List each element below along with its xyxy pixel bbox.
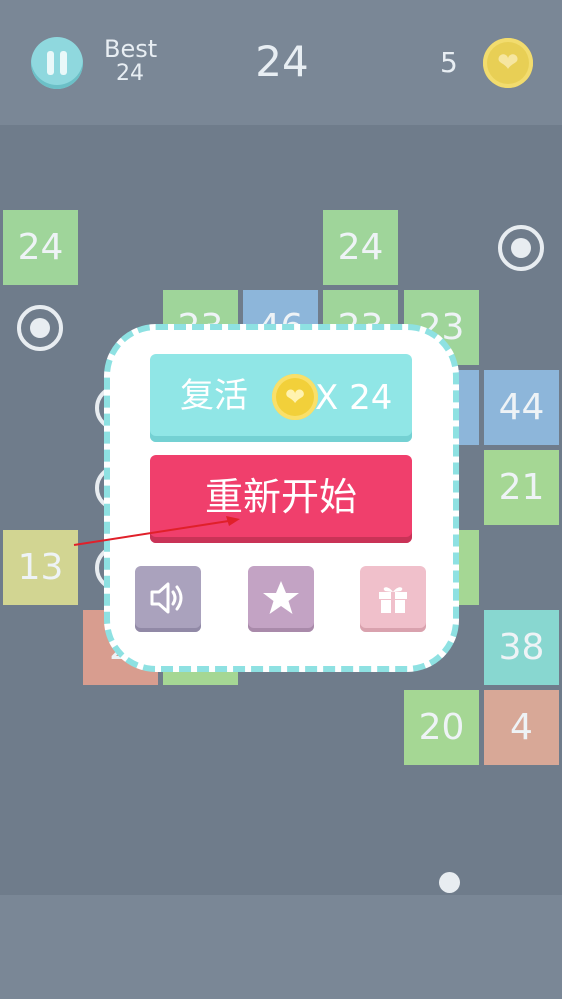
rate-button[interactable] [248,566,314,632]
revive-label: 复活 [180,376,248,416]
extra-ball-ring-icon [17,305,63,351]
pause-icon [47,51,54,75]
board-block: 21 [484,450,559,525]
board-block: 24 [3,210,78,285]
bottom-bar [0,895,562,999]
pointer-arrow [73,516,240,546]
coin-count: 5 [440,46,458,79]
top-bar: Best 24 24 5 ❤ [0,0,562,125]
launcher-ball [439,872,460,893]
current-score: 24 [255,37,309,86]
pause-button[interactable] [31,37,83,89]
heart-coin-icon: ❤ [272,374,318,420]
board-block: 13 [3,530,78,605]
gift-icon [379,587,407,613]
best-label: Best [104,35,158,63]
sound-button[interactable] [135,566,201,632]
star-icon [263,581,299,614]
revive-button[interactable]: 复活 ❤ X 24 [150,354,412,442]
board-block: 20 [404,690,479,765]
gift-button[interactable] [360,566,426,632]
speaker-icon [150,582,183,614]
board-block: 44 [484,370,559,445]
board-block: 38 [484,610,559,685]
heart-coin-icon: ❤ [483,38,533,88]
best-score: 24 [116,61,144,86]
board-block: 4 [484,690,559,765]
revive-cost: X 24 [315,378,393,418]
board-block: 24 [323,210,398,285]
extra-ball-ring-icon [498,225,544,271]
